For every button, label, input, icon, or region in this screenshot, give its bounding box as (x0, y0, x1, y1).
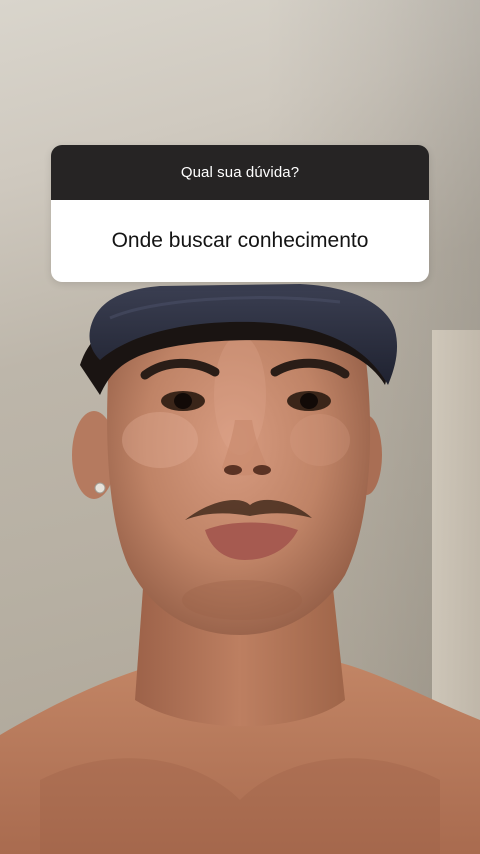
earring (94, 482, 106, 494)
question-sticker-answer: Onde buscar conhecimento (51, 200, 429, 282)
question-sticker[interactable]: Qual sua dúvida? Onde buscar conheciment… (51, 145, 429, 282)
story-background-photo (0, 0, 480, 854)
question-sticker-prompt: Qual sua dúvida? (51, 145, 429, 200)
selfie-person (0, 284, 480, 854)
